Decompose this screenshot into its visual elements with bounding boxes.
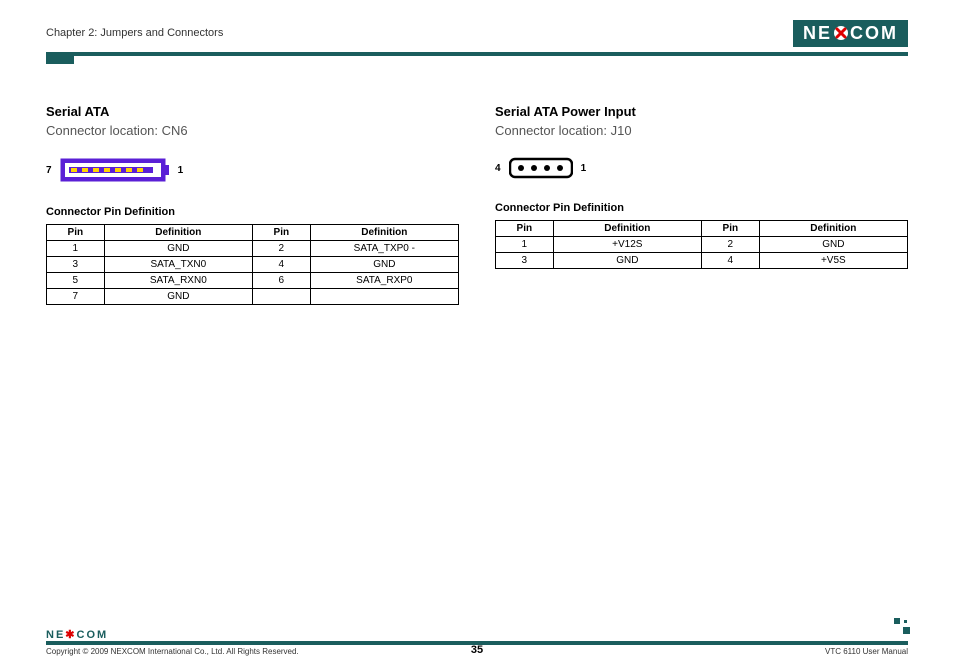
pin-label-1: 1 (178, 165, 184, 176)
logo-x-icon (833, 25, 849, 41)
table-row: 1 GND 2 SATA_TXP0 - (47, 241, 459, 257)
sata-connector-icon (60, 156, 170, 184)
header-divider (46, 52, 908, 56)
pin-label-7: 7 (46, 165, 52, 176)
content-area: Serial ATA Connector location: CN6 7 1 C… (46, 104, 908, 305)
table-row: 3 GND 4 +V5S (496, 253, 908, 269)
th-def: Definition (759, 221, 907, 237)
table-row: 1 +V12S 2 GND (496, 237, 908, 253)
th-pin: Pin (47, 225, 105, 241)
footer-logo-x-icon: ✱ (65, 629, 76, 641)
table-title-power: Connector Pin Definition (495, 202, 908, 214)
connector-location-sata: Connector location: CN6 (46, 123, 459, 138)
th-def: Definition (553, 221, 701, 237)
nexcom-logo: NE COM (793, 20, 908, 47)
section-title-sata: Serial ATA (46, 104, 459, 119)
pin-label-1: 1 (581, 163, 587, 174)
page-header: Chapter 2: Jumpers and Connectors NE COM (46, 18, 908, 48)
page-footer: NE✱COM Copyright © 2009 NEXCOM Internati… (46, 628, 908, 656)
th-def: Definition (104, 225, 252, 241)
page-number: 35 (471, 644, 483, 656)
th-pin: Pin (252, 225, 310, 241)
table-row: 5 SATA_RXN0 6 SATA_RXP0 (47, 273, 459, 289)
power-connector-diagram: 4 1 (495, 156, 908, 180)
footer-logo: NE✱COM (46, 628, 108, 641)
pin-table-power: Pin Definition Pin Definition 1 +V12S 2 … (495, 220, 908, 269)
sata-connector-diagram: 7 1 (46, 156, 459, 184)
manual-name: VTC 6110 User Manual (825, 647, 908, 656)
table-title-sata: Connector Pin Definition (46, 206, 459, 218)
serial-ata-section: Serial ATA Connector location: CN6 7 1 C… (46, 104, 459, 305)
th-pin: Pin (496, 221, 554, 237)
copyright-text: Copyright © 2009 NEXCOM International Co… (46, 647, 299, 656)
table-row: 3 SATA_TXN0 4 GND (47, 257, 459, 273)
table-header-row: Pin Definition Pin Definition (47, 225, 459, 241)
th-pin: Pin (701, 221, 759, 237)
th-def: Definition (310, 225, 458, 241)
connector-location-power: Connector location: J10 (495, 123, 908, 138)
footer-decoration-icon (894, 618, 910, 634)
pin-table-sata: Pin Definition Pin Definition 1 GND 2 SA… (46, 224, 459, 305)
table-row: 7 GND (47, 289, 459, 305)
section-title-power: Serial ATA Power Input (495, 104, 908, 119)
power-connector-icon (509, 156, 573, 180)
footer-info-row: Copyright © 2009 NEXCOM International Co… (46, 647, 908, 656)
serial-ata-power-section: Serial ATA Power Input Connector locatio… (495, 104, 908, 305)
pin-label-4: 4 (495, 163, 501, 174)
table-header-row: Pin Definition Pin Definition (496, 221, 908, 237)
chapter-title: Chapter 2: Jumpers and Connectors (46, 27, 223, 39)
